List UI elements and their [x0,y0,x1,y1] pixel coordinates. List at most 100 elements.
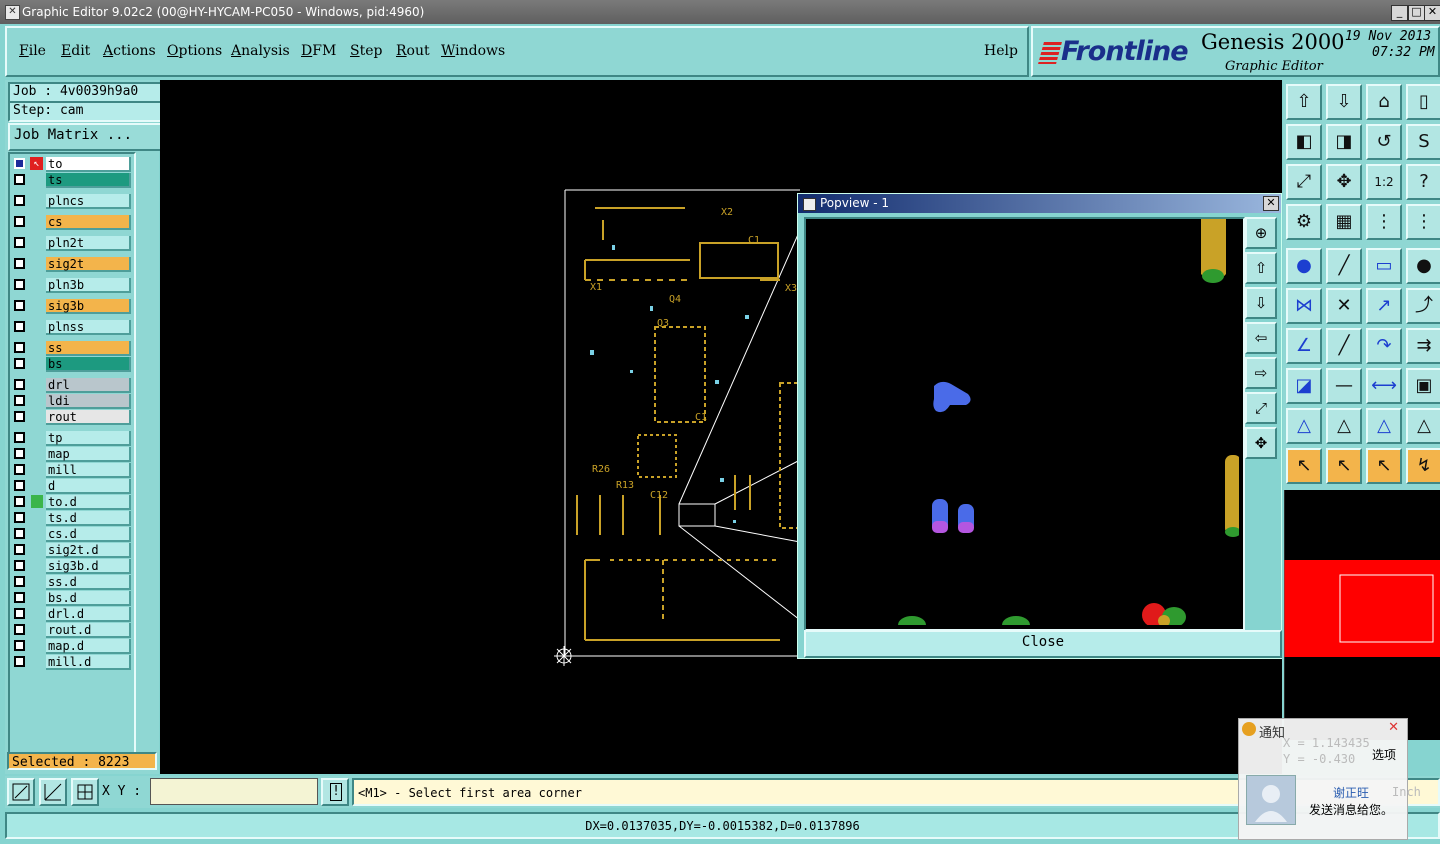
layer-checkbox[interactable] [14,358,25,369]
align-button[interactable]: ⇉ [1406,328,1440,364]
layer-name[interactable]: mill [46,463,131,478]
layer-checkbox[interactable] [14,608,25,619]
layer-name[interactable]: ts.d [46,511,131,526]
menu-rout[interactable]: Rout [396,43,430,59]
layer-name[interactable]: sig3b.d [46,559,131,574]
notification-popup[interactable]: X = 1.143435 Y = -0.430 通知 ✕ 选项 谢正旺 发送消息… [1238,718,1421,840]
maximize-button[interactable]: □ [1408,5,1425,21]
layer-checkbox[interactable] [14,512,25,523]
minimize-button[interactable]: _ [1391,5,1408,21]
layer-checkbox[interactable] [14,576,25,587]
popview-up-button[interactable]: ⇧ [1245,252,1277,284]
layer-name[interactable]: cs [46,215,131,230]
layer-name[interactable]: bs [46,357,131,372]
layer-name[interactable]: sig3b [46,299,131,314]
layer-name[interactable]: sig2t.d [46,543,131,558]
popview-center-button[interactable]: ✥ [1245,427,1277,459]
layer-row[interactable]: map.d [13,639,131,654]
layer-row[interactable]: pln2t [13,236,131,251]
layer-row[interactable]: rout.d [13,623,131,638]
layer-row[interactable]: bs [13,357,131,372]
layer-checkbox[interactable] [14,544,25,555]
select-box-button[interactable]: ↖ [1326,448,1362,484]
layer-name[interactable]: to.d [46,495,131,510]
layer-name[interactable]: d [46,479,131,494]
add-line-button[interactable]: ╱ [1326,248,1362,284]
circle-pad-button[interactable]: ● [1406,248,1440,284]
layer-checkbox[interactable] [14,656,25,667]
layer-checkbox[interactable] [14,237,25,248]
layer-row[interactable]: ts [13,173,131,188]
layer-row[interactable]: plncs [13,194,131,209]
menu-windows[interactable]: Windows [441,43,505,59]
layer-row[interactable]: cs.d [13,527,131,542]
layer-checkbox[interactable] [14,158,25,169]
notification-options[interactable]: 选项 [1372,746,1396,763]
select-net-button[interactable]: ↯ [1406,448,1440,484]
layer-checkbox[interactable] [14,496,25,507]
layer-checkbox[interactable] [14,592,25,603]
layer-name[interactable]: bs.d [46,591,131,606]
triangle-red-button[interactable]: △ [1286,408,1322,444]
menu-help[interactable]: Help [984,43,1018,59]
layer-row[interactable]: mill.d [13,655,131,670]
notification-sender[interactable]: 谢正旺 [1333,784,1369,801]
popview-zoom-in-button[interactable]: ⊕ [1245,217,1277,249]
triangle-mixed-button[interactable]: △ [1366,408,1402,444]
layer-checkbox[interactable] [14,528,25,539]
break-button[interactable]: — [1326,368,1362,404]
ruler-button[interactable]: ▭ [1366,248,1402,284]
layer-checkbox[interactable] [14,464,25,475]
menu-actions[interactable]: Actions [103,43,156,59]
close-window-button[interactable]: ✕ [1424,5,1440,21]
menu-dfm[interactable]: DFM [301,43,336,59]
layer-name[interactable]: ldi [46,394,131,409]
popview-close-x-button[interactable]: ✕ [1263,196,1279,211]
layer-name[interactable]: rout.d [46,623,131,638]
zoom-area-button[interactable] [7,778,35,806]
select-circle-button[interactable]: ↖ [1366,448,1402,484]
layer-checkbox[interactable] [14,342,25,353]
layer-checkbox[interactable] [14,448,25,459]
layer-row[interactable]: sig2t.d [13,543,131,558]
triangle-line-button[interactable]: △ [1406,408,1440,444]
select-button[interactable]: ↖ [1286,448,1322,484]
layer-row[interactable]: cs [13,215,131,230]
arc-button[interactable]: ↷ [1366,328,1402,364]
zoom-fit-button[interactable]: ⤢ [1286,164,1322,200]
popview-canvas[interactable] [804,217,1245,634]
layer-name[interactable]: plncs [46,194,131,209]
layer-name[interactable]: sig2t [46,257,131,272]
layer-row[interactable]: map [13,447,131,462]
layer-red-button[interactable]: ⋮ [1366,204,1402,240]
open-step-button[interactable]: ⇧ [1286,84,1322,120]
zoom-1to2-button[interactable]: 1:2 [1366,164,1402,200]
layer-checkbox[interactable] [14,195,25,206]
xy-input[interactable] [150,778,318,805]
prev-view-button[interactable]: ◧ [1286,124,1322,160]
layer-row[interactable]: bs.d [13,591,131,606]
layer-name[interactable]: cs.d [46,527,131,542]
popview-fit-button[interactable]: ⤢ [1245,392,1277,424]
layer-row[interactable]: ss.d [13,575,131,590]
layer-row[interactable]: plnss [13,320,131,335]
menu-options[interactable]: Options [167,43,222,59]
layer-name[interactable]: drl [46,378,131,393]
layer-checkbox[interactable] [14,432,25,443]
job-matrix-button[interactable]: Job Matrix ... [8,123,164,151]
layer-name[interactable]: mill.d [46,655,131,670]
grid-snap-button[interactable] [71,778,99,806]
layer-name[interactable]: drl.d [46,607,131,622]
layer-name[interactable]: pln2t [46,236,131,251]
layer-checkbox[interactable] [14,279,25,290]
layer-row[interactable]: pln3b [13,278,131,293]
layer-row[interactable]: ss [13,341,131,356]
popview-close-button[interactable]: Close [804,630,1282,658]
add-pad-button[interactable]: ● [1286,248,1322,284]
measure-button[interactable] [39,778,67,806]
layer-checkbox[interactable] [14,624,25,635]
layer-checkbox[interactable] [14,321,25,332]
measure-width-button[interactable]: ⟷ [1366,368,1402,404]
delete-button[interactable]: ✕ [1326,288,1362,324]
notification-close-icon[interactable]: ✕ [1388,720,1399,735]
